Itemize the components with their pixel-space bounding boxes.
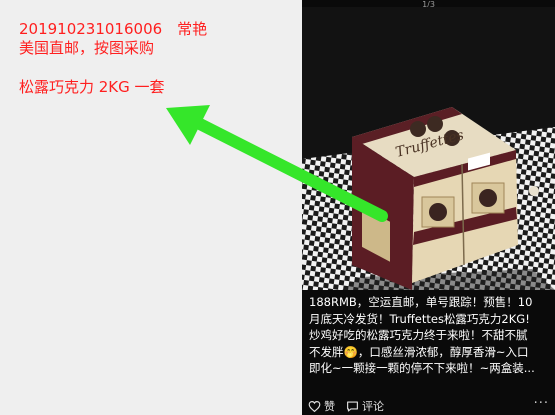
more-options-button[interactable]: ··· xyxy=(534,396,549,411)
product-name-text: 松露巧克力 2KG 一套 xyxy=(19,78,165,96)
post-caption: 188RMB，空运直邮，单号跟踪！预售！10 月底天冷发货！Truffettes… xyxy=(309,294,553,377)
caption-line: 不发胖🤭，口感丝滑浓郁，醇厚香滑~入口 xyxy=(309,344,529,359)
caption-line: 即化~一颗接一颗的停不下来啦！~两盒装... xyxy=(309,361,535,375)
heart-icon xyxy=(308,400,321,412)
more-icon: ··· xyxy=(533,396,549,411)
order-number-text: 201910231016006 常艳 xyxy=(19,20,208,38)
caption-line: 炒鸡好吃的松露巧克力终于来啦！不甜不腻 xyxy=(309,328,528,342)
action-bar: 赞 评论 ··· xyxy=(302,396,555,415)
annotation-note: 201910231016006 常艳 美国直邮，按图采购 松露巧克力 2KG 一… xyxy=(19,20,207,97)
shipping-note-text: 美国直邮，按图采购 xyxy=(19,39,155,57)
product-photo[interactable]: Truffettes xyxy=(302,7,555,290)
caption-line: 188RMB，空运直邮，单号跟踪！预售！10 xyxy=(309,295,533,309)
comment-icon xyxy=(347,400,358,412)
caption-line: 月底天冷发货！Truffettes松露巧克力2KG! xyxy=(309,311,530,326)
comment-label: 评论 xyxy=(362,400,384,413)
comment-button[interactable]: 评论 xyxy=(346,398,384,414)
like-label: 赞 xyxy=(324,400,335,413)
like-button[interactable]: 赞 xyxy=(308,398,335,414)
image-viewer: 1/3 Truffettes 188RMB，空运直邮，单号跟踪！预售！10 月底… xyxy=(302,0,555,415)
